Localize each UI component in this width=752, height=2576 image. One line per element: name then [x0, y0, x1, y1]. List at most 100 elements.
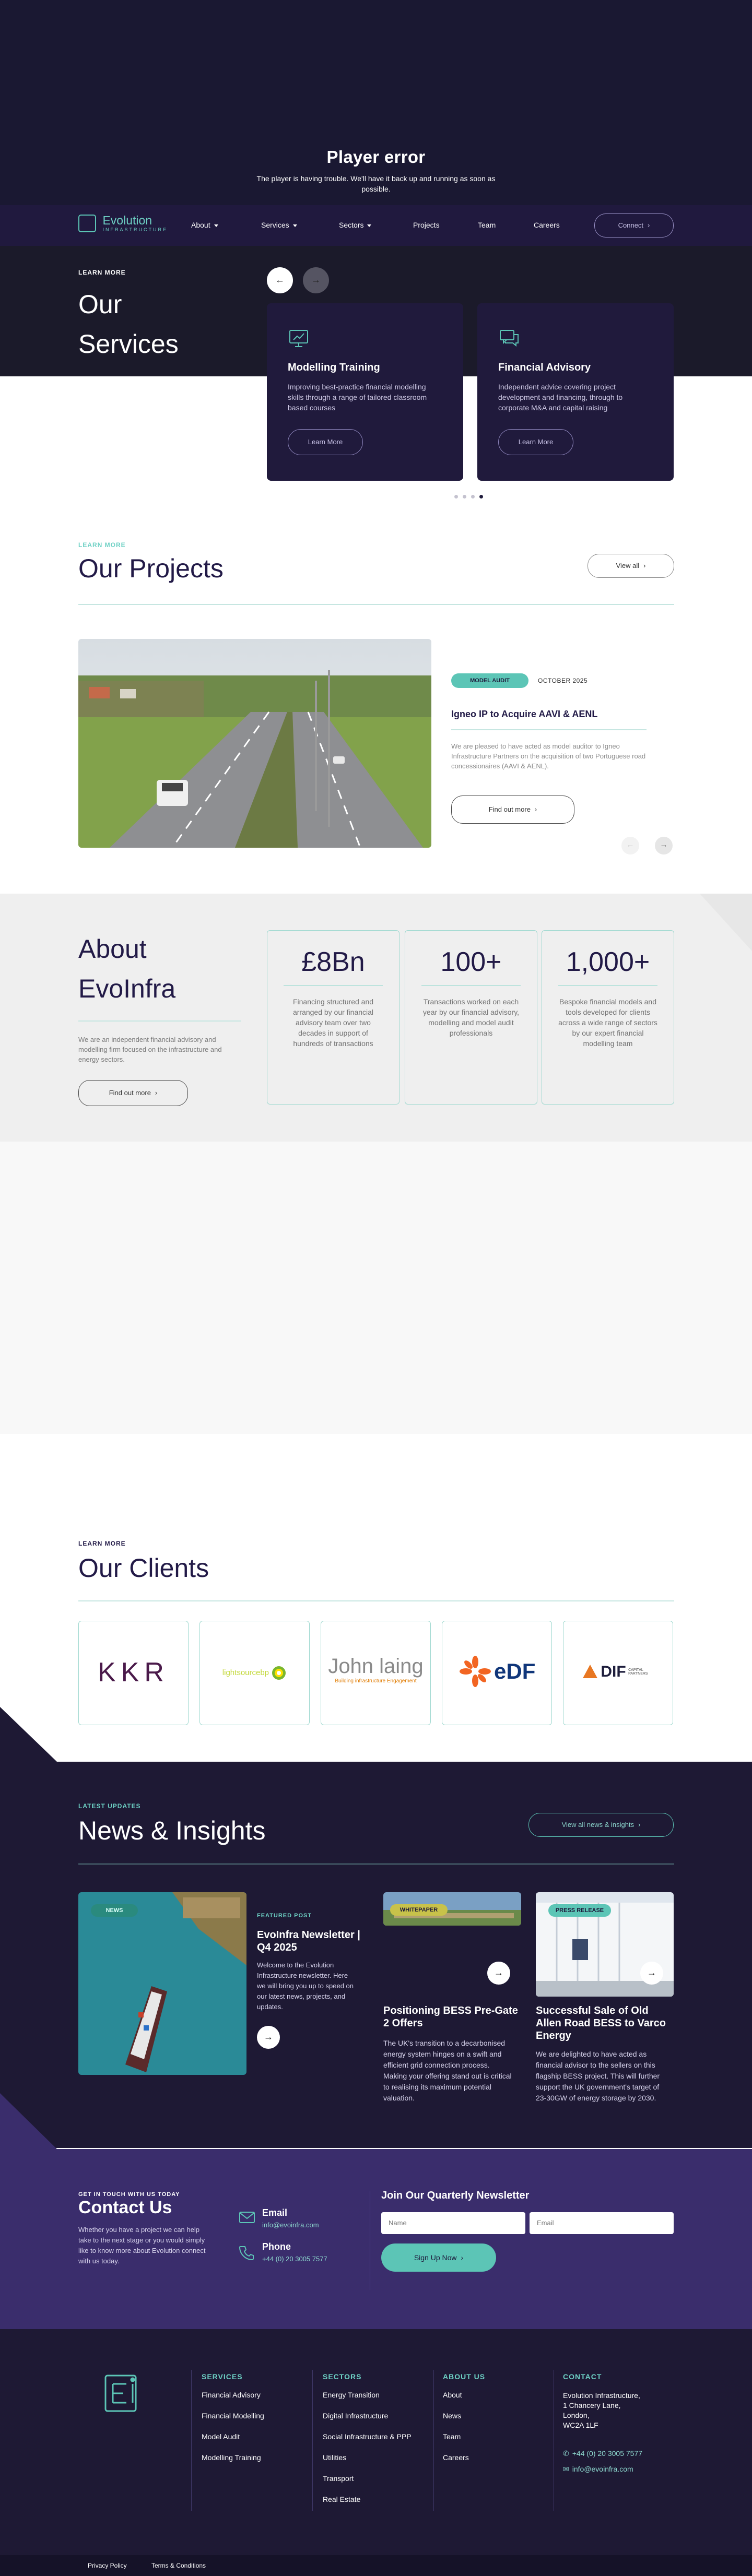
client-logo-lightsourcebp: lightsourcebp — [199, 1621, 310, 1725]
contact-heading: Contact Us — [78, 2198, 172, 2217]
decorative-corner — [0, 1707, 57, 1762]
view-all-news-button[interactable]: View all news & insights › — [528, 1813, 674, 1837]
about-find-out-more-button[interactable]: Find out more › — [78, 1080, 188, 1106]
nav-item-services[interactable]: Services — [261, 221, 297, 229]
newsletter-email-input[interactable] — [530, 2212, 674, 2234]
footer-services-heading: SERVICES — [202, 2372, 243, 2381]
arrow-right-icon: → — [311, 275, 321, 285]
services-heading: Our Services — [78, 290, 179, 359]
footer-sectors-heading: SECTORS — [323, 2372, 362, 2381]
nav-item-about[interactable]: About — [191, 221, 218, 229]
find-out-more-button[interactable]: Find out more › — [451, 796, 574, 824]
email-link[interactable]: info@evoinfra.com — [262, 2221, 319, 2229]
chart-presentation-icon — [288, 327, 310, 349]
phone-icon — [239, 2246, 254, 2263]
stat-value: 100+ — [440, 947, 502, 977]
footer-link[interactable]: Social Infrastructure & PPP — [323, 2432, 412, 2441]
nav-item-sectors[interactable]: Sectors — [339, 221, 372, 229]
client-logo-edf: eDF — [442, 1621, 552, 1725]
nav-item-projects[interactable]: Projects — [413, 221, 440, 229]
privacy-policy-link[interactable]: Privacy Policy — [88, 2562, 127, 2569]
view-all-projects-button[interactable]: View all › — [588, 554, 674, 578]
site-footer — [0, 2329, 752, 2555]
bp-sunflower-icon — [272, 1666, 286, 1680]
connect-button[interactable]: Connect › — [594, 213, 674, 238]
stat-card: 100+ Transactions worked on each year by… — [405, 930, 537, 1105]
carousel-dot[interactable] — [454, 495, 458, 498]
footer-link[interactable]: Financial Modelling — [202, 2412, 264, 2420]
project-tag-badge: MODEL AUDIT — [451, 673, 528, 688]
carousel-next-button[interactable]: → — [303, 267, 329, 293]
stat-value: 1,000+ — [566, 947, 650, 977]
featured-post-desc: Welcome to the Evolution Infrastructure … — [257, 1961, 354, 2011]
footer-email[interactable]: ✉ info@evoinfra.com — [563, 2465, 633, 2474]
sign-up-button[interactable]: Sign Up Now › — [381, 2243, 496, 2272]
carousel-dot[interactable] — [463, 495, 466, 498]
footer-link[interactable]: Utilities — [323, 2453, 346, 2462]
footer-link[interactable]: News — [443, 2412, 461, 2420]
terms-link[interactable]: Terms & Conditions — [151, 2562, 206, 2569]
projects-kicker: LEARN MORE — [78, 541, 126, 549]
carousel-dot[interactable] — [471, 495, 475, 498]
news-open-button[interactable]: → — [487, 1962, 510, 1985]
phone-link[interactable]: +44 (0) 20 3005 7577 — [262, 2255, 327, 2263]
news-open-button[interactable]: → — [640, 1962, 663, 1985]
project-prev-button[interactable]: ← — [621, 837, 639, 854]
dif-mark-icon — [582, 1665, 597, 1678]
stat-card: £8Bn Financing structured and arranged b… — [267, 930, 400, 1105]
carousel-prev-button[interactable]: ← — [267, 267, 293, 293]
service-card-modelling-training[interactable]: Modelling Training Improving best-practi… — [267, 303, 463, 481]
footer-link[interactable]: Digital Infrastructure — [323, 2412, 388, 2420]
footer-link[interactable]: Careers — [443, 2453, 469, 2462]
chevron-down-icon — [292, 224, 297, 227]
arrow-right-icon: → — [494, 1967, 503, 1978]
learn-more-button[interactable]: Learn More — [498, 429, 573, 455]
featured-post-open-button[interactable]: → — [257, 2026, 280, 2049]
stat-desc: Transactions worked on each year by our … — [422, 998, 520, 1037]
decorative-corner — [700, 894, 752, 951]
learn-more-button[interactable]: Learn More — [288, 429, 363, 455]
projects-heading: Our Projects — [78, 554, 224, 583]
footer-link[interactable]: Real Estate — [323, 2495, 360, 2503]
logo-mark-icon — [78, 215, 96, 232]
client-logo-kkr: KKR — [78, 1621, 189, 1725]
arrow-right-icon: › — [643, 562, 646, 569]
phone-icon: ✆ — [563, 2449, 569, 2458]
newsletter-name-input[interactable] — [381, 2212, 525, 2234]
footer-link[interactable]: Model Audit — [202, 2432, 240, 2441]
news-badge: WHITEPAPER — [390, 1904, 448, 1916]
arrow-right-icon: › — [534, 805, 537, 813]
carousel-dot-active[interactable] — [479, 495, 483, 498]
footer-bottom-bar: Privacy Policy Terms & Conditions — [0, 2555, 752, 2576]
about-heading: About EvoInfra — [78, 934, 176, 1003]
news-item-desc: The UK's transition to a decarbonised en… — [383, 2039, 512, 2102]
envelope-icon: ✉ — [563, 2465, 569, 2473]
nav-item-team[interactable]: Team — [478, 221, 496, 229]
site-logo[interactable]: Evolution INFRASTRUCTURE — [78, 215, 193, 236]
footer-link[interactable]: About — [443, 2391, 462, 2399]
arrow-right-icon: → — [660, 840, 668, 849]
footer-phone[interactable]: ✆ +44 (0) 20 3005 7577 — [563, 2449, 642, 2458]
project-image — [78, 639, 431, 848]
footer-contact-heading: CONTACT — [563, 2372, 602, 2381]
footer-link[interactable]: Energy Transition — [323, 2391, 380, 2399]
project-next-button[interactable]: → — [655, 837, 673, 854]
newsletter-heading: Join Our Quarterly Newsletter — [381, 2190, 530, 2201]
service-card-financial-advisory[interactable]: Financial Advisory Independent advice co… — [477, 303, 674, 481]
featured-post-title: EvoInfra Newsletter | Q4 2025 — [257, 1929, 360, 1953]
logo-wordmark: Evolution — [102, 213, 152, 227]
footer-link[interactable]: Financial Advisory — [202, 2391, 261, 2399]
contact-kicker: GET IN TOUCH WITH US TODAY — [78, 2191, 180, 2198]
edf-flower-icon — [459, 1656, 491, 1687]
footer-logo-mark-icon[interactable] — [102, 2372, 144, 2417]
footer-link[interactable]: Transport — [323, 2474, 354, 2483]
nav-item-careers[interactable]: Careers — [534, 221, 560, 229]
stat-desc: Financing structured and arranged by our… — [292, 998, 374, 1048]
footer-link[interactable]: Team — [443, 2432, 461, 2441]
featured-post-image[interactable] — [78, 1892, 246, 2075]
footer-link[interactable]: Modelling Training — [202, 2453, 261, 2462]
empty-section — [0, 1142, 752, 1434]
phone-label: Phone — [262, 2241, 291, 2252]
service-card-title: Modelling Training — [288, 362, 380, 373]
service-card-title: Financial Advisory — [498, 362, 591, 373]
